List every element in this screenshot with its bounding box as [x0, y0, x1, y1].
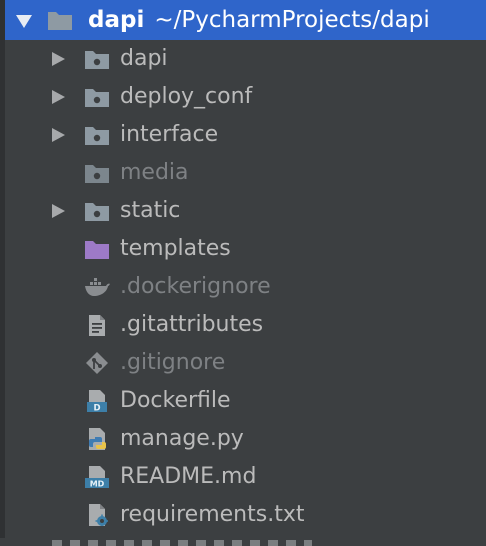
tree-item-dockerfile[interactable]: D Dockerfile	[0, 382, 486, 420]
tree-item-label: .dockerignore	[120, 274, 271, 299]
tree-item-label: requirements.txt	[120, 502, 305, 527]
folder-icon	[47, 9, 73, 31]
requirements-file-icon	[84, 504, 110, 527]
project-label: dapi ~/PycharmProjects/dapi	[88, 6, 430, 34]
expand-arrow-icon[interactable]	[16, 15, 32, 28]
collapse-arrow-icon[interactable]	[52, 204, 65, 218]
tree-item-media[interactable]: media	[0, 154, 486, 192]
tree-item-interface[interactable]: interface	[0, 116, 486, 154]
svg-text:D: D	[93, 404, 100, 413]
folder-icon	[84, 162, 110, 184]
tree-root-dapi[interactable]: dapi ~/PycharmProjects/dapi	[5, 0, 486, 40]
tree-item-label: manage.py	[120, 426, 244, 451]
folder-icon	[84, 48, 110, 70]
python-file-icon	[84, 428, 110, 450]
tree-item-requirements-txt[interactable]: requirements.txt	[0, 496, 486, 534]
tree-item-dockerignore[interactable]: .dockerignore	[0, 268, 486, 306]
text-file-icon	[84, 314, 110, 336]
tree-item-gitattributes[interactable]: .gitattributes	[0, 306, 486, 344]
tree-item-deploy-conf[interactable]: deploy_conf	[0, 78, 486, 116]
svg-text:MD: MD	[90, 480, 105, 489]
tree-item-static[interactable]: static	[0, 192, 486, 230]
tree-item-templates[interactable]: templates	[0, 230, 486, 268]
folder-icon	[84, 86, 110, 108]
next-row-peek	[0, 538, 486, 546]
docker-icon	[84, 276, 110, 298]
folder-icon	[84, 200, 110, 222]
tree-item-readme-md[interactable]: MD README.md	[0, 458, 486, 496]
tree-item-label: static	[120, 198, 181, 223]
collapse-arrow-icon[interactable]	[52, 90, 65, 104]
project-name: dapi	[88, 7, 145, 33]
project-path: ~/PycharmProjects/dapi	[154, 7, 430, 33]
tree-item-label: .gitignore	[120, 350, 226, 375]
collapse-arrow-icon[interactable]	[52, 128, 65, 142]
tree-item-label: templates	[120, 236, 231, 261]
collapse-arrow-icon[interactable]	[52, 52, 65, 66]
cut-off-row	[52, 540, 312, 546]
tree-item-label: README.md	[120, 464, 257, 489]
templates-folder-icon	[84, 238, 110, 260]
git-icon	[84, 352, 110, 374]
project-tree: dapi ~/PycharmProjects/dapi dapi deploy_c…	[0, 0, 486, 534]
tree-item-label: Dockerfile	[120, 388, 231, 413]
tree-item-gitignore[interactable]: .gitignore	[0, 344, 486, 382]
tree-item-label: deploy_conf	[120, 84, 253, 109]
tree-item-manage-py[interactable]: manage.py	[0, 420, 486, 458]
folder-icon	[84, 124, 110, 146]
tree-item-label: dapi	[120, 46, 168, 71]
tree-item-dapi[interactable]: dapi	[0, 40, 486, 78]
tree-item-label: media	[120, 160, 189, 185]
tree-item-label: interface	[120, 122, 219, 147]
tree-item-label: .gitattributes	[120, 312, 264, 337]
dockerfile-icon: D	[84, 390, 110, 414]
markdown-file-icon: MD	[84, 466, 110, 489]
